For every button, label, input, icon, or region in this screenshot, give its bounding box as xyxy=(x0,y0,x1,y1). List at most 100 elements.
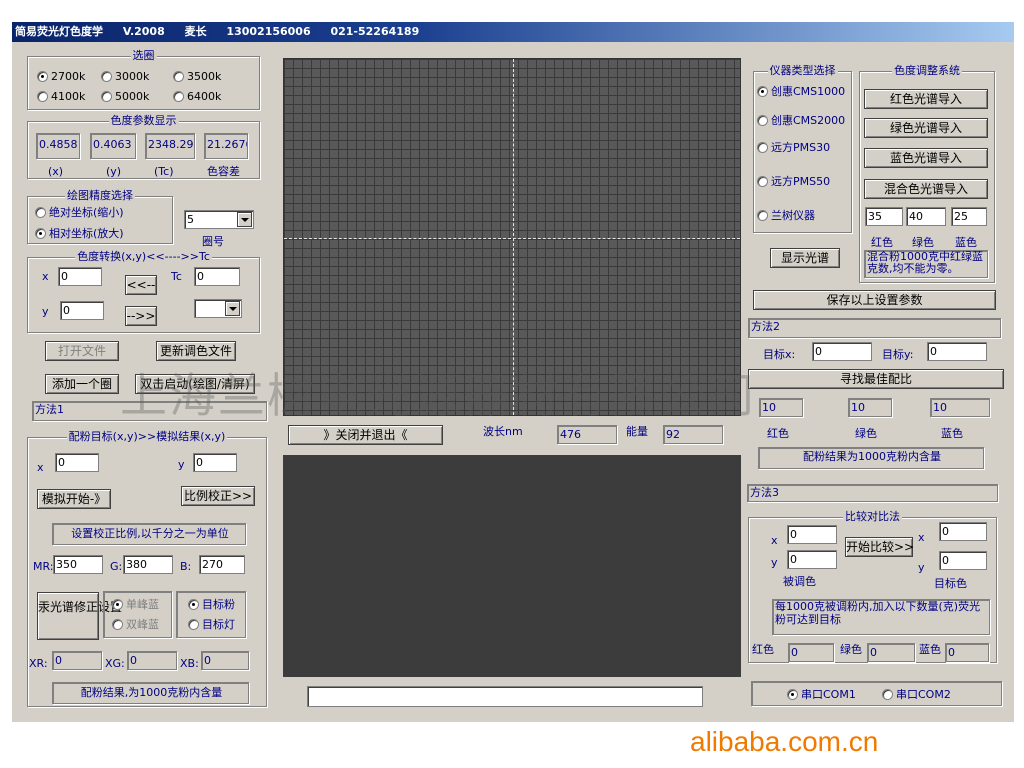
import-green-button[interactable]: 绿色光谱导入 xyxy=(864,118,988,138)
convert-unit-select[interactable] xyxy=(194,299,242,318)
radio-5000k[interactable]: 5000k xyxy=(101,90,149,103)
method2-green-value: 10 xyxy=(848,398,892,417)
xb-label: XB: xyxy=(180,657,199,670)
match-x-label: x xyxy=(37,461,44,474)
xb-value: 0 xyxy=(201,651,249,670)
circle-number-label: 圈号 xyxy=(202,235,224,248)
green-amount-input[interactable]: 40 xyxy=(906,207,946,226)
radio-com2[interactable]: 串口COM2 xyxy=(882,688,951,701)
b-input[interactable]: 270 xyxy=(199,555,245,574)
method2-label: 方法2 xyxy=(748,318,1001,338)
compare-x1-input[interactable]: 0 xyxy=(787,525,837,544)
import-mixed-button[interactable]: 混合色光谱导入 xyxy=(864,179,988,199)
company-watermark: 上海兰树电光源器材有限公司 xyxy=(120,369,757,424)
ratio-note: 设置校正比例,以千分之一为单位 xyxy=(52,523,246,545)
chroma-tolerance-label: 色容差 xyxy=(207,165,240,178)
target-x-input[interactable]: 0 xyxy=(812,342,872,361)
target-x-label: 目标x: xyxy=(763,348,796,361)
compare-y2-input[interactable]: 0 xyxy=(939,551,987,570)
status-input[interactable] xyxy=(307,686,703,707)
precision-legend: 绘图精度选择 xyxy=(65,189,135,202)
radio-lanshu[interactable]: 兰树仪器 xyxy=(757,209,815,222)
radio-pms50[interactable]: 远方PMS50 xyxy=(757,175,830,188)
save-settings-button[interactable]: 保存以上设置参数 xyxy=(753,290,996,310)
convert-tc-label: Tc xyxy=(171,270,182,283)
radio-com1[interactable]: 串口COM1 xyxy=(787,688,856,701)
show-spectrum-button[interactable]: 显示光谱 xyxy=(770,248,840,268)
ratio-correct-button[interactable]: 比例校正>> xyxy=(181,486,255,506)
energy-value: 92 xyxy=(663,425,723,444)
radio-absolute-coords[interactable]: 绝对坐标(缩小) xyxy=(35,206,124,219)
spectrum-display xyxy=(283,455,741,677)
radio-6400k[interactable]: 6400k xyxy=(173,90,221,103)
radio-single-peak[interactable]: 单峰蓝 xyxy=(112,598,159,611)
radio-pms30[interactable]: 远方PMS30 xyxy=(757,141,830,154)
start-compare-button[interactable]: 开始比较>> xyxy=(845,537,914,557)
method2-blue-label: 蓝色 xyxy=(941,427,963,440)
compare-x2-input[interactable]: 0 xyxy=(939,522,987,541)
method2-red-value: 10 xyxy=(759,398,803,417)
compare-note: 每1000克被调粉内,加入以下数量(克)荧光粉可达到目标 xyxy=(772,599,990,635)
red-label: 红色 xyxy=(871,236,893,249)
chroma-display-legend: 色度参数显示 xyxy=(108,114,179,127)
match-y-input[interactable]: 0 xyxy=(193,453,237,472)
radio-cms1000[interactable]: 创惠CMS1000 xyxy=(757,85,845,98)
spectrum-correction-button[interactable]: 汞光谱修正设置 xyxy=(37,592,122,640)
compare-green-label: 绿色 xyxy=(840,643,862,656)
mix-note: 混合粉1000克中红绿蓝克数,均不能为零。 xyxy=(864,250,988,278)
compare-red-label: 红色 xyxy=(752,643,774,656)
footer-brand: alibaba.com.cn xyxy=(690,726,879,757)
xg-label: XG: xyxy=(105,657,125,670)
radio-3000k[interactable]: 3000k xyxy=(101,70,149,83)
target-color-label: 目标色 xyxy=(934,577,967,590)
import-blue-button[interactable]: 蓝色光谱导入 xyxy=(864,148,988,168)
chevron-down-icon[interactable] xyxy=(225,301,240,316)
target-y-input[interactable]: 0 xyxy=(927,342,987,361)
xr-label: XR: xyxy=(29,657,48,670)
chroma-tc-label: (Tc) xyxy=(154,165,174,178)
chroma-tolerance-value: 21.2676 xyxy=(204,133,248,159)
close-exit-button[interactable]: 》关闭并退出《 xyxy=(288,425,443,445)
match-x-input[interactable]: 0 xyxy=(55,453,99,472)
chroma-y-label: (y) xyxy=(106,165,122,178)
import-red-button[interactable]: 红色光谱导入 xyxy=(864,89,988,109)
convert-x-label: x xyxy=(42,270,49,283)
blue-label: 蓝色 xyxy=(955,236,977,249)
radio-target-powder[interactable]: 目标粉 xyxy=(188,598,235,611)
green-label: 绿色 xyxy=(912,236,934,249)
compare-y1-label: y xyxy=(771,556,778,569)
convert-y-input[interactable]: 0 xyxy=(60,301,104,320)
g-input[interactable]: 380 xyxy=(123,555,173,574)
xg-value: 0 xyxy=(127,651,177,670)
compare-blue-label: 蓝色 xyxy=(919,643,941,656)
circle-select-legend: 选圈 xyxy=(130,49,157,62)
radio-target-lamp[interactable]: 目标灯 xyxy=(188,618,235,631)
add-circle-button[interactable]: 添加一个圈 xyxy=(45,374,119,394)
radio-2700k[interactable]: 2700k xyxy=(37,70,85,83)
simulate-start-button[interactable]: 模拟开始-》 xyxy=(37,489,111,509)
blue-amount-input[interactable]: 25 xyxy=(951,207,987,226)
convert-y-label: y xyxy=(42,305,49,318)
convert-to-xy-button[interactable]: <<-- xyxy=(125,275,157,295)
method2-result: 配粉结果为1000克粉内含量 xyxy=(758,447,984,469)
xr-value: 0 xyxy=(52,651,102,670)
radio-4100k[interactable]: 4100k xyxy=(37,90,85,103)
target-y-label: 目标y: xyxy=(882,348,914,361)
radio-cms2000[interactable]: 创惠CMS2000 xyxy=(757,114,845,127)
convert-tc-input[interactable]: 0 xyxy=(194,267,240,286)
chevron-down-icon[interactable] xyxy=(237,212,252,227)
convert-legend: 色度转换(x,y)<<---->>Tc xyxy=(75,250,212,263)
g-label: G: xyxy=(110,560,123,573)
convert-to-tc-button[interactable]: -->> xyxy=(125,306,157,326)
find-best-ratio-button[interactable]: 寻找最佳配比 xyxy=(748,369,1004,389)
red-amount-input[interactable]: 35 xyxy=(865,207,903,226)
radio-relative-coords[interactable]: 相对坐标(放大) xyxy=(35,227,124,240)
circle-number-select[interactable]: 5 xyxy=(184,210,254,229)
radio-double-peak[interactable]: 双峰蓝 xyxy=(112,618,159,631)
radio-3500k[interactable]: 3500k xyxy=(173,70,221,83)
compare-y1-input[interactable]: 0 xyxy=(787,550,837,569)
mr-input[interactable]: 350 xyxy=(53,555,103,574)
open-file-button[interactable]: 打开文件 xyxy=(45,341,119,361)
title-bar: 简易荧光灯色度学 V.2008 麦长 13002156006 021-52264… xyxy=(12,22,1014,42)
convert-x-input[interactable]: 0 xyxy=(58,267,102,286)
